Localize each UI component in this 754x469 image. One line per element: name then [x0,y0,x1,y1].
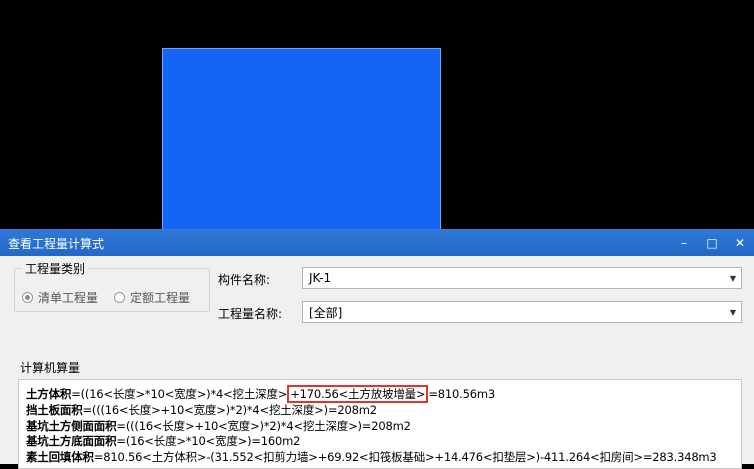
radio-bill-quantity-label: 清单工程量 [38,291,99,305]
chevron-down-icon: ▼ [729,273,737,283]
calc-section-label: 计算机算量 [20,361,81,375]
formula-line: 挡土板面积=(((16<长度>+10<宽度>)*2)*4<挖土深度>)=208m… [26,402,377,417]
formula-line: 基坑土方底面面积=(16<长度>*10<宽度>)=160m2 [26,434,301,449]
quantity-name-label: 工程量名称: [218,307,283,321]
quantity-category-label: 工程量类别 [22,260,89,277]
component-name-value: JK-1 [309,271,332,285]
minimize-button[interactable]: – [670,230,698,256]
radio-selected-icon [22,292,33,303]
radio-quota-quantity[interactable]: 定额工程量 [114,289,190,306]
dialog-title: 查看工程量计算式 [8,236,105,251]
formula-line: 土方体积=((16<长度>*10<宽度>)*4<挖土深度> +170.56<土方放… [26,385,495,403]
dialog-titlebar: 查看工程量计算式 – □ ✕ [0,230,754,256]
component-name-label: 构件名称: [218,273,271,287]
formula-dialog: 查看工程量计算式 – □ ✕ 工程量类别 清单工程量 定额工程量 构件名称: J… [0,229,754,469]
radio-bill-quantity[interactable]: 清单工程量 [22,289,98,306]
formula-line: 基坑土方侧面面积=(((16<长度>+10<宽度>)*2)*4<挖土深度>)=2… [26,418,411,433]
radio-quota-quantity-label: 定额工程量 [130,291,191,305]
formula-text-area[interactable]: 土方体积=((16<长度>*10<宽度>)*4<挖土深度> +170.56<土方放… [18,379,742,469]
chevron-down-icon: ▼ [729,307,737,317]
component-name-select[interactable]: JK-1 ▼ [302,267,742,289]
quantity-name-select[interactable]: [全部] ▼ [302,301,742,323]
canvas-selected-component [162,48,441,231]
highlight-box: +170.56<土方放坡增量> [287,385,429,403]
quantity-name-value: [全部] [309,305,343,320]
maximize-button[interactable]: □ [698,230,726,256]
formula-line: 素土回填体积=810.56<土方体积>-(31.552<扣剪力墙>+69.92<… [26,450,717,465]
radio-unselected-icon [114,292,125,303]
close-button[interactable]: ✕ [726,230,754,256]
